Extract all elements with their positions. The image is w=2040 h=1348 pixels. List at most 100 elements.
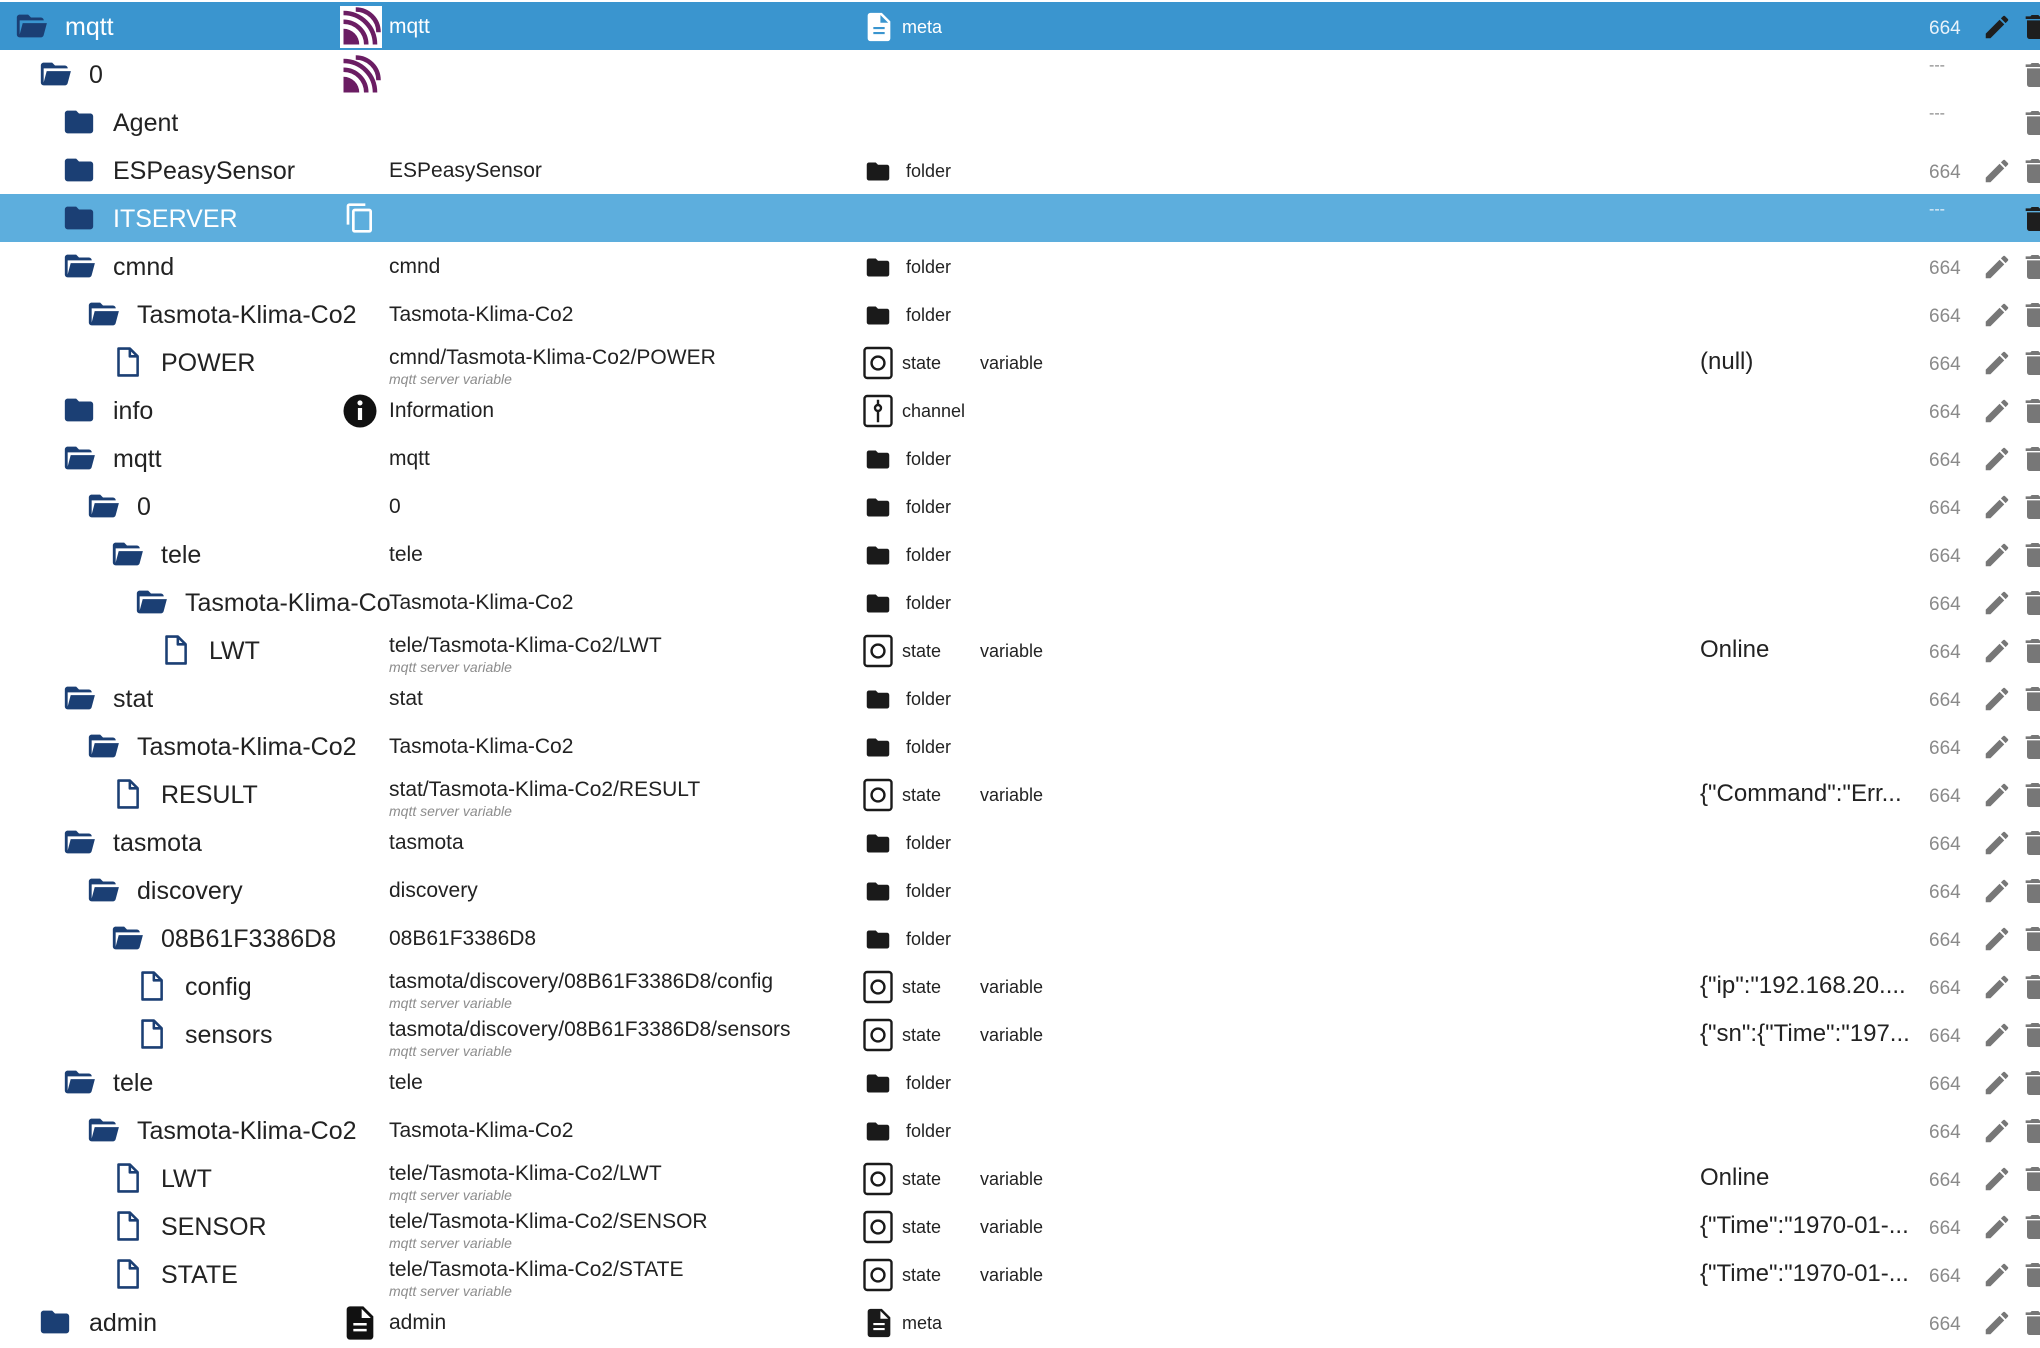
folder-open-icon[interactable] bbox=[60, 681, 98, 715]
folder-open-icon[interactable] bbox=[84, 1113, 122, 1147]
tree-row[interactable]: 08B61F3386D8 08B61F3386D8 folder 664 bbox=[0, 914, 2040, 962]
file-icon[interactable] bbox=[108, 1257, 146, 1291]
delete-trash-icon[interactable] bbox=[2019, 491, 2040, 523]
delete-trash-icon[interactable] bbox=[2019, 875, 2040, 907]
object-value[interactable]: {"Time":"1970-01-... bbox=[1700, 1214, 1909, 1238]
tree-row[interactable]: admin admin meta 664 bbox=[0, 1298, 2040, 1346]
edit-pencil-icon[interactable] bbox=[1982, 1068, 2012, 1098]
tree-row[interactable]: ESPeasySensor ESPeasySensor folder 664 bbox=[0, 146, 2040, 194]
delete-trash-icon[interactable] bbox=[2019, 155, 2040, 187]
folder-open-icon[interactable] bbox=[108, 921, 146, 955]
edit-pencil-icon[interactable] bbox=[1982, 444, 2012, 474]
delete-trash-icon[interactable] bbox=[2019, 587, 2040, 619]
edit-pencil-icon[interactable] bbox=[1982, 780, 2012, 810]
delete-trash-icon[interactable] bbox=[2019, 1115, 2040, 1147]
delete-trash-icon[interactable] bbox=[2019, 635, 2040, 667]
delete-trash-icon[interactable] bbox=[2019, 1259, 2040, 1291]
file-icon[interactable] bbox=[108, 1161, 146, 1195]
tree-row[interactable]: STATE tele/Tasmota-Klima-Co2/STATE mqtt se… bbox=[0, 1250, 2040, 1298]
folder-icon[interactable] bbox=[60, 105, 98, 139]
object-value[interactable]: {"Command":"Err... bbox=[1700, 782, 1902, 806]
tree-row[interactable]: Tasmota-Klima-Co2 Tasmota-Klima-Co2 folder… bbox=[0, 1106, 2040, 1154]
delete-trash-icon[interactable] bbox=[2019, 1211, 2040, 1243]
delete-trash-icon[interactable] bbox=[2019, 203, 2040, 235]
edit-pencil-icon[interactable] bbox=[1982, 636, 2012, 666]
tree-row[interactable]: tele tele folder 664 bbox=[0, 1058, 2040, 1106]
folder-icon[interactable] bbox=[60, 153, 98, 187]
tree-row[interactable]: ITSERVER --- bbox=[0, 194, 2040, 242]
edit-pencil-icon[interactable] bbox=[1982, 300, 2012, 330]
copy-icon[interactable] bbox=[344, 202, 376, 234]
folder-open-icon[interactable] bbox=[84, 873, 122, 907]
object-value[interactable]: (null) bbox=[1700, 350, 1753, 374]
delete-trash-icon[interactable] bbox=[2019, 59, 2040, 91]
edit-pencil-icon[interactable] bbox=[1982, 1308, 2012, 1338]
object-value[interactable]: {"Time":"1970-01-... bbox=[1700, 1262, 1909, 1286]
file-icon[interactable] bbox=[108, 1209, 146, 1243]
edit-pencil-icon[interactable] bbox=[1982, 876, 2012, 906]
tree-row[interactable]: sensors tasmota/discovery/08B61F3386D8/se… bbox=[0, 1010, 2040, 1058]
edit-pencil-icon[interactable] bbox=[1982, 540, 2012, 570]
delete-trash-icon[interactable] bbox=[2019, 683, 2040, 715]
folder-icon[interactable] bbox=[60, 201, 98, 235]
delete-trash-icon[interactable] bbox=[2019, 1019, 2040, 1051]
folder-open-icon[interactable] bbox=[108, 537, 146, 571]
delete-trash-icon[interactable] bbox=[2019, 539, 2040, 571]
folder-icon[interactable] bbox=[36, 1305, 74, 1339]
delete-trash-icon[interactable] bbox=[2019, 923, 2040, 955]
tree-row[interactable]: Tasmota-Klima-Co Tasmota-Klima-Co2 folder 6… bbox=[0, 578, 2040, 626]
edit-pencil-icon[interactable] bbox=[1982, 1116, 2012, 1146]
file-icon[interactable] bbox=[132, 1017, 170, 1051]
object-value[interactable]: {"sn":{"Time":"197... bbox=[1700, 1022, 1910, 1046]
edit-pencil-icon[interactable] bbox=[1982, 492, 2012, 522]
delete-trash-icon[interactable] bbox=[2019, 443, 2040, 475]
file-icon[interactable] bbox=[108, 345, 146, 379]
edit-pencil-icon[interactable] bbox=[1982, 588, 2012, 618]
delete-trash-icon[interactable] bbox=[2019, 1163, 2040, 1195]
tree-row[interactable]: discovery discovery folder 664 bbox=[0, 866, 2040, 914]
delete-trash-icon[interactable] bbox=[2019, 1307, 2040, 1339]
tree-row[interactable]: tasmota tasmota folder 664 bbox=[0, 818, 2040, 866]
folder-open-icon[interactable] bbox=[132, 585, 170, 619]
tree-row[interactable]: mqtt mqtt folder 664 bbox=[0, 434, 2040, 482]
tree-row[interactable]: Tasmota-Klima-Co2 Tasmota-Klima-Co2 folder… bbox=[0, 290, 2040, 338]
edit-pencil-icon[interactable] bbox=[1982, 156, 2012, 186]
tree-row[interactable]: Tasmota-Klima-Co2 Tasmota-Klima-Co2 folder… bbox=[0, 722, 2040, 770]
edit-pencil-icon[interactable] bbox=[1982, 972, 2012, 1002]
folder-icon[interactable] bbox=[60, 393, 98, 427]
edit-pencil-icon[interactable] bbox=[1982, 12, 2012, 42]
object-value[interactable]: Online bbox=[1700, 638, 1769, 662]
delete-trash-icon[interactable] bbox=[2019, 1067, 2040, 1099]
file-icon[interactable] bbox=[108, 777, 146, 811]
edit-pencil-icon[interactable] bbox=[1982, 828, 2012, 858]
tree-row[interactable]: 0 --- bbox=[0, 50, 2040, 98]
folder-open-icon[interactable] bbox=[84, 729, 122, 763]
tree-row[interactable]: cmnd cmnd folder 664 bbox=[0, 242, 2040, 290]
delete-trash-icon[interactable] bbox=[2019, 395, 2040, 427]
edit-pencil-icon[interactable] bbox=[1982, 252, 2012, 282]
folder-open-icon[interactable] bbox=[60, 441, 98, 475]
edit-pencil-icon[interactable] bbox=[1982, 732, 2012, 762]
delete-trash-icon[interactable] bbox=[2019, 731, 2040, 763]
tree-row[interactable]: POWER cmnd/Tasmota-Klima-Co2/POWER mqtt se… bbox=[0, 338, 2040, 386]
tree-row[interactable]: 0 0 folder 664 bbox=[0, 482, 2040, 530]
file-icon[interactable] bbox=[132, 969, 170, 1003]
folder-open-icon[interactable] bbox=[60, 1065, 98, 1099]
object-value[interactable]: Online bbox=[1700, 1166, 1769, 1190]
edit-pencil-icon[interactable] bbox=[1982, 348, 2012, 378]
tree-row[interactable]: LWT tele/Tasmota-Klima-Co2/LWT mqtt server… bbox=[0, 1154, 2040, 1202]
delete-trash-icon[interactable] bbox=[2019, 779, 2040, 811]
edit-pencil-icon[interactable] bbox=[1982, 1212, 2012, 1242]
delete-trash-icon[interactable] bbox=[2019, 107, 2040, 139]
delete-trash-icon[interactable] bbox=[2019, 251, 2040, 283]
object-value[interactable]: {"ip":"192.168.20.... bbox=[1700, 974, 1906, 998]
folder-open-icon[interactable] bbox=[36, 57, 74, 91]
edit-pencil-icon[interactable] bbox=[1982, 1260, 2012, 1290]
delete-trash-icon[interactable] bbox=[2019, 347, 2040, 379]
delete-trash-icon[interactable] bbox=[2019, 11, 2040, 43]
tree-row[interactable]: RESULT stat/Tasmota-Klima-Co2/RESULT mqtt … bbox=[0, 770, 2040, 818]
folder-open-icon[interactable] bbox=[84, 489, 122, 523]
tree-row[interactable]: LWT tele/Tasmota-Klima-Co2/LWT mqtt server… bbox=[0, 626, 2040, 674]
file-icon[interactable] bbox=[156, 633, 194, 667]
edit-pencil-icon[interactable] bbox=[1982, 396, 2012, 426]
